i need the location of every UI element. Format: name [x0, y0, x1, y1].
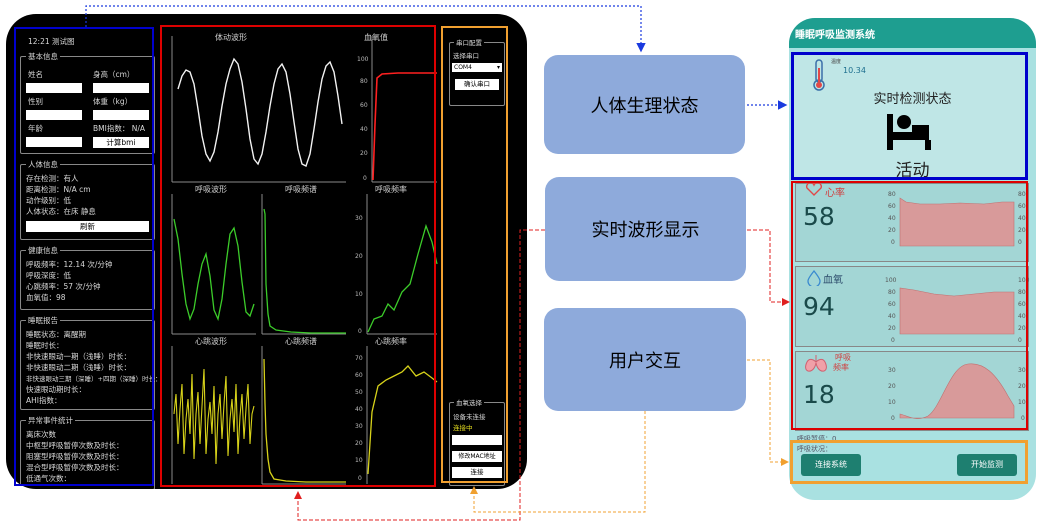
- red-connector-right: [747, 229, 790, 306]
- orange-connector-right: [747, 359, 789, 466]
- blue-connector-top: [85, 5, 646, 53]
- orange-connector-left: [470, 411, 646, 513]
- red-connector-left: [294, 229, 545, 521]
- connector-arrows: [85, 5, 790, 521]
